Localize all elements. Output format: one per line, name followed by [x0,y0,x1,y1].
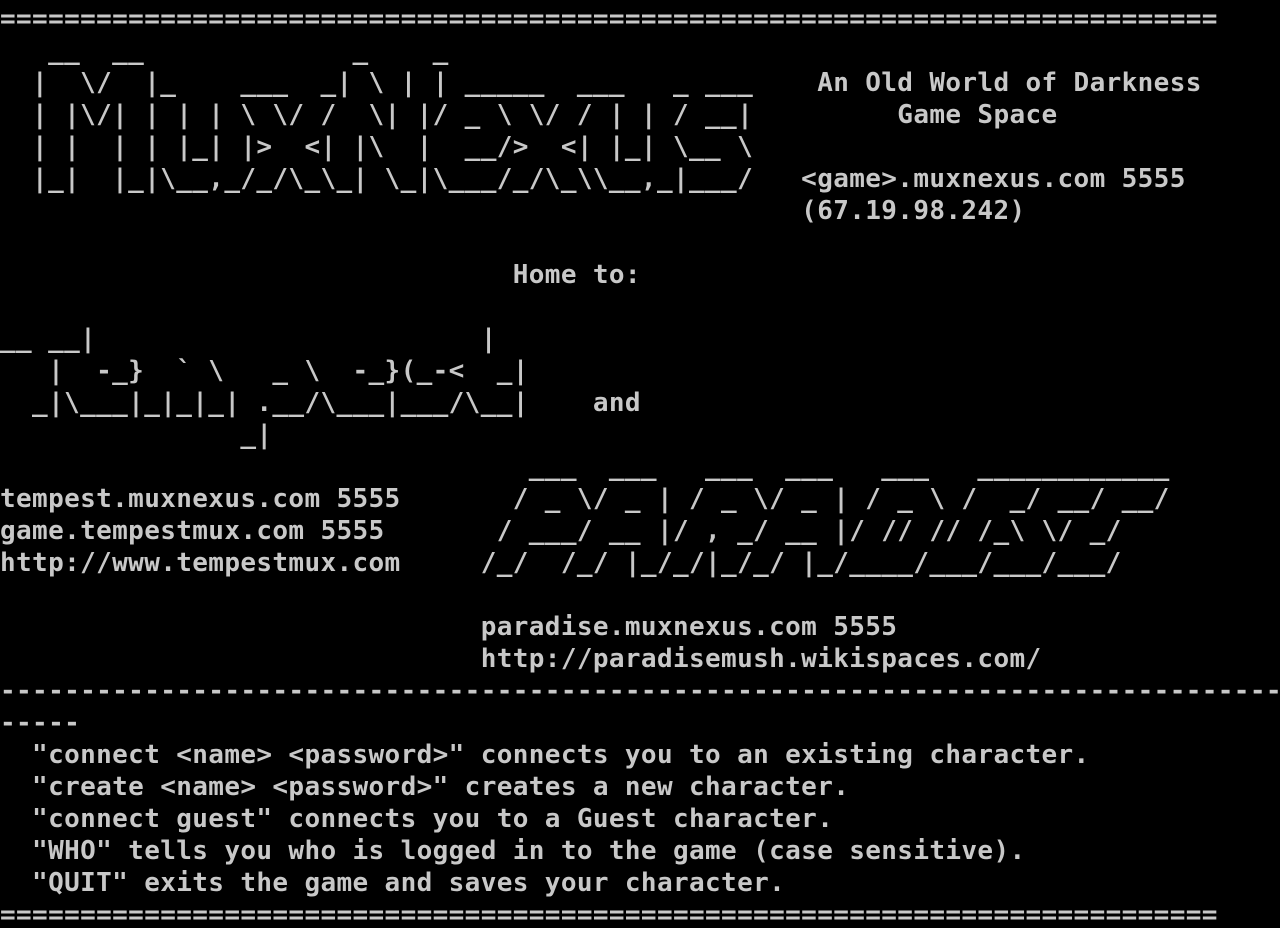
dash-separator: ----------------------------------------… [0,676,1280,706]
top-separator: ========================================… [0,4,1218,34]
tempest-ascii-logo: _| [0,420,273,450]
help-connect-command: "connect <name> <password>" connects you… [0,740,1090,770]
paradise-ascii-logo: ___ ___ ___ ___ ___ ____________ [0,452,1170,482]
dash-separator-wrap: ----- [0,708,81,738]
help-create-command: "create <name> <password>" creates a new… [0,772,850,802]
muxnexus-ascii-banner: | | | | |_| |> <| |\ | __/> <| |_| \__ \ [0,132,754,162]
tempest-ascii-logo: | -_} ` \ _ \ -_}(_-< _| [0,356,529,386]
server-ip-address: (67.19.98.242) [0,196,1026,226]
muxnexus-ascii-banner: | \/ |_ ___ _| \ | | _____ ___ _ ___ An … [0,68,1202,98]
muxnexus-ascii-banner: | |\/| | | | \ \/ / \| |/ _ \ \/ / | | /… [0,100,1058,130]
paradise-website: http://paradisemush.wikispaces.com/ [0,644,1042,674]
muxnexus-ascii-banner: __ __ _ _ [0,36,449,66]
help-guest-command: "connect guest" connects you to a Guest … [0,804,834,834]
muxnexus-ascii-banner: |_| |_|\__,_/_/\_\_| \_|\___/_/\_\\__,_|… [0,164,1186,194]
bottom-separator: ========================================… [0,900,1218,928]
tempest-website-line: http://www.tempestmux.com /_/ /_/ |_/_/|… [0,548,1122,578]
help-who-command: "WHO" tells you who is logged in to the … [0,836,1026,866]
paradise-address: paradise.muxnexus.com 5555 [0,612,898,642]
home-to-heading: Home to: [0,260,641,290]
terminal-window[interactable]: ========================================… [0,3,1280,928]
help-quit-command: "QUIT" exits the game and saves your cha… [0,868,786,898]
tempest-address-line: game.tempestmux.com 5555 / ___/ __ |/ , … [0,516,1122,546]
tempest-ascii-logo: _|\___|_|_|_| .__/\___|___/\__| and [0,388,641,418]
tempest-ascii-logo: __ __| | [0,324,497,354]
tempest-address-line: tempest.muxnexus.com 5555 / _ \/ _ | / _… [0,484,1170,514]
